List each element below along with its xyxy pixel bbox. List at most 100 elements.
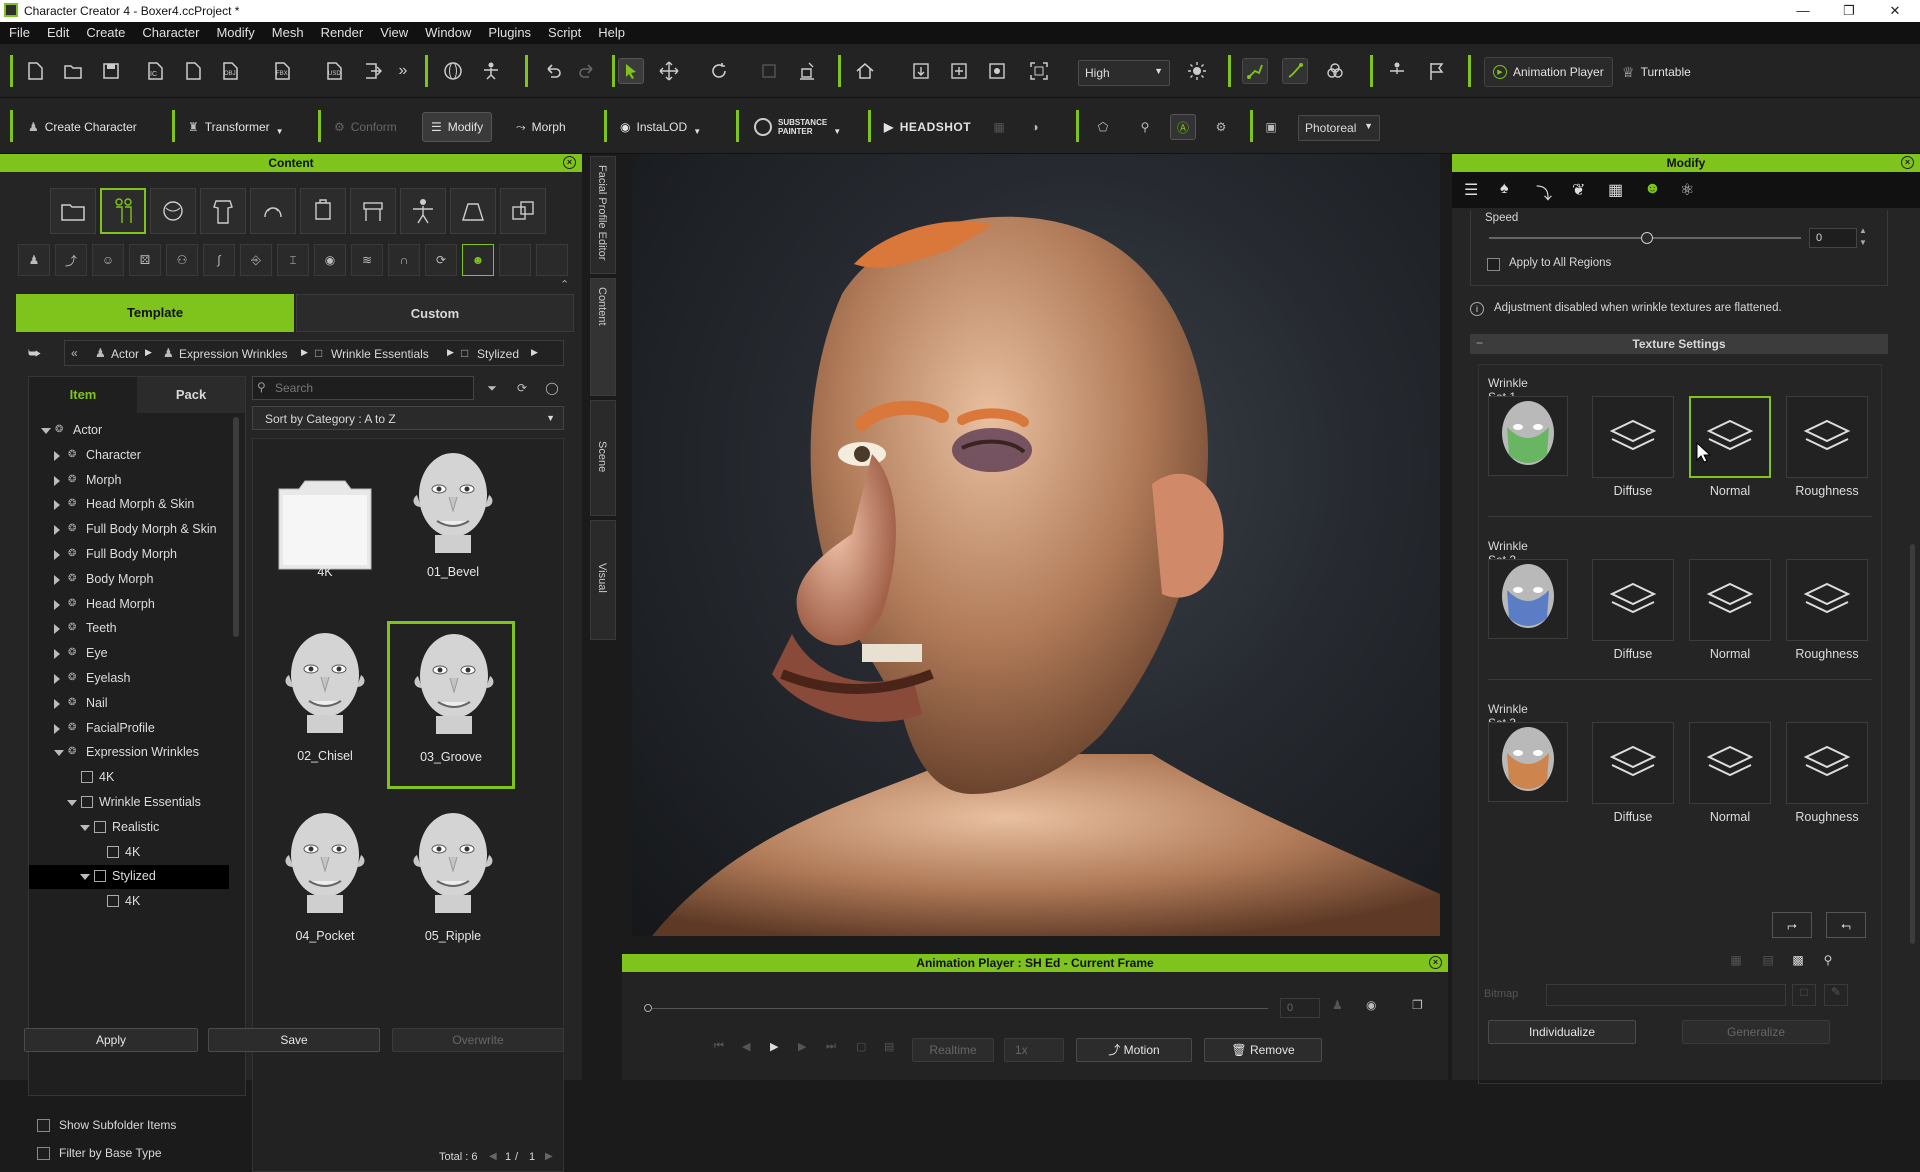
quality-dropdown[interactable]: High ▼ <box>1078 60 1170 86</box>
tree-item[interactable]: ❂ Expression Wrinkles <box>29 741 229 765</box>
empty-slot-icon[interactable] <box>536 244 568 276</box>
home-camera-icon[interactable] <box>852 58 878 84</box>
realtime-button[interactable]: Realtime <box>912 1038 994 1062</box>
skin-category-icon[interactable] <box>150 188 196 234</box>
empty-slot-icon[interactable] <box>499 244 531 276</box>
camera-icon[interactable]: ◉ <box>1366 998 1376 1012</box>
remove-button[interactable]: 🗑 Remove <box>1204 1038 1322 1062</box>
bitmap-path-field[interactable] <box>1546 984 1786 1006</box>
inspect-icon[interactable]: ⚲ <box>1132 114 1158 140</box>
collapsed-arrow-icon[interactable] <box>54 723 60 734</box>
eye-sub-icon[interactable]: ◉ <box>314 244 346 276</box>
render-icon[interactable]: ▣ <box>1258 114 1284 140</box>
tree-item[interactable]: Stylized <box>29 865 229 890</box>
select-arrow-icon[interactable] <box>618 58 644 84</box>
maximize-button[interactable]: ❐ <box>1834 3 1864 19</box>
texture-slot-roughness[interactable] <box>1786 396 1868 478</box>
animation-player-button[interactable]: ▶ Animation Player <box>1484 57 1613 87</box>
individualize-button[interactable]: Individualize <box>1488 1020 1636 1044</box>
create-character-button[interactable]: ♟ Create Character <box>20 112 145 142</box>
body-sub-icon[interactable]: ♟ <box>18 244 50 276</box>
load-texture-icon[interactable]: ⮣ <box>1772 912 1812 938</box>
item-04-pocket[interactable]: 04_Pocket <box>261 803 389 983</box>
modify-button[interactable]: ☰ Modify <box>422 112 493 142</box>
focus-icon[interactable] <box>984 58 1010 84</box>
clothing-category-icon[interactable] <box>200 188 246 234</box>
tab-visual[interactable]: Visual <box>590 520 616 640</box>
tree-item[interactable]: ❂ Eye <box>29 642 229 666</box>
menu-mesh[interactable]: Mesh <box>263 22 312 40</box>
nail-sub-icon[interactable]: ∩ <box>388 244 420 276</box>
expanded-arrow-icon[interactable] <box>80 874 90 881</box>
head-morph-sub-icon[interactable]: ⎆ <box>240 244 272 276</box>
tool-sub-icon[interactable]: ⤴ <box>55 244 87 276</box>
save-button[interactable]: Save <box>208 1028 380 1052</box>
texture-slot-roughness[interactable] <box>1786 559 1868 641</box>
layers-icon[interactable]: ▤ <box>1756 948 1780 972</box>
collapsed-arrow-icon[interactable] <box>54 698 60 709</box>
generalize-button[interactable]: Generalize <box>1682 1020 1830 1044</box>
item-02-chisel[interactable]: 02_Chisel <box>261 623 389 803</box>
headshot-tool-icon[interactable]: ▦ <box>986 114 1012 140</box>
figure-icon[interactable]: ♟ <box>1332 998 1343 1012</box>
tree-item[interactable]: 4K <box>29 766 229 790</box>
expanded-arrow-icon[interactable] <box>80 824 90 831</box>
item-03-groove[interactable]: 03_Groove <box>387 621 515 789</box>
grid-view-icon[interactable]: ▦ <box>1724 948 1748 972</box>
collapsed-arrow-icon[interactable] <box>54 450 60 461</box>
browse-bitmap-icon[interactable]: □ <box>1792 984 1816 1006</box>
menu-plugins[interactable]: Plugins <box>479 22 539 40</box>
frame-input[interactable]: 0 <box>1280 998 1320 1018</box>
physics-tab-icon[interactable]: ⚛ <box>1680 180 1694 200</box>
wrinkle-sub-icon[interactable]: ☻ <box>462 244 494 276</box>
breadcrumb-stylized[interactable]: Stylized <box>477 347 519 361</box>
overwrite-button[interactable]: Overwrite <box>392 1028 564 1052</box>
spin-up-icon[interactable]: ▲ <box>1859 226 1867 235</box>
mirror-icon[interactable] <box>1384 58 1410 84</box>
tree-scrollbar[interactable] <box>233 417 239 637</box>
tree-item[interactable]: ❂ Eyelash <box>29 667 229 691</box>
sort-dropdown[interactable]: Sort by Category : A to Z ▼ <box>252 406 564 430</box>
save-icon[interactable] <box>98 58 124 84</box>
expanded-arrow-icon[interactable] <box>54 750 64 757</box>
options-icon[interactable]: ◯ <box>540 376 564 400</box>
breadcrumb-actor[interactable]: Actor <box>111 347 139 361</box>
menu-window[interactable]: Window <box>416 22 479 40</box>
menu-character[interactable]: Character <box>133 22 207 40</box>
timeline-scrubber[interactable] <box>644 1004 652 1012</box>
tree-item[interactable]: 4K <box>29 841 229 865</box>
breadcrumb-expression-wrinkles[interactable]: Expression Wrinkles <box>179 347 287 361</box>
wrinkle-tab-icon[interactable]: ☻ <box>1644 180 1661 198</box>
pose-icon[interactable] <box>478 58 504 84</box>
tree-item[interactable]: ❂ Nail <box>29 692 229 716</box>
speed-input[interactable]: 0 <box>1809 228 1857 248</box>
usd-export-icon[interactable]: USD <box>322 58 348 84</box>
filter-base-type-checkbox[interactable] <box>37 1147 50 1160</box>
prev-page-icon[interactable]: ◀ <box>489 1151 497 1162</box>
play-icon[interactable]: ▶ <box>770 1040 778 1053</box>
back-arrow-icon[interactable]: ⮩ <box>28 345 41 362</box>
breadcrumb-collapse-icon[interactable]: « <box>71 346 78 360</box>
wrinkle-set-face-preview[interactable] <box>1488 722 1568 802</box>
expanded-arrow-icon[interactable] <box>67 800 77 806</box>
subtitle-icon[interactable]: ▤ <box>884 1040 894 1053</box>
figure-sub-icon[interactable]: ⚄ <box>129 244 161 276</box>
shape-category-icon[interactable] <box>500 188 546 234</box>
expanded-arrow-icon[interactable] <box>41 428 51 434</box>
tree-item[interactable]: ❂ Morph <box>29 469 229 493</box>
refresh-icon[interactable]: ⟳ <box>510 376 534 400</box>
tree-item[interactable]: Realistic <box>29 816 229 840</box>
head-sub-icon[interactable]: ☺ <box>92 244 124 276</box>
item-05-ripple[interactable]: 05_Ripple <box>389 803 517 983</box>
window-icon[interactable]: ❐ <box>1412 998 1423 1012</box>
texture-slot-diffuse[interactable] <box>1592 722 1674 804</box>
tab-template[interactable]: Template <box>16 294 294 332</box>
texture-slot-diffuse[interactable] <box>1592 559 1674 641</box>
redo-icon[interactable] <box>574 58 600 84</box>
close-panel-icon[interactable]: × <box>1429 956 1442 969</box>
collapsed-arrow-icon[interactable] <box>54 624 60 635</box>
frame-all-icon[interactable] <box>1026 58 1052 84</box>
breadcrumb-wrinkle-essentials[interactable]: Wrinkle Essentials <box>331 347 429 361</box>
close-window-button[interactable]: ✕ <box>1880 3 1910 19</box>
item-4k-folder[interactable]: 4K <box>261 443 389 623</box>
